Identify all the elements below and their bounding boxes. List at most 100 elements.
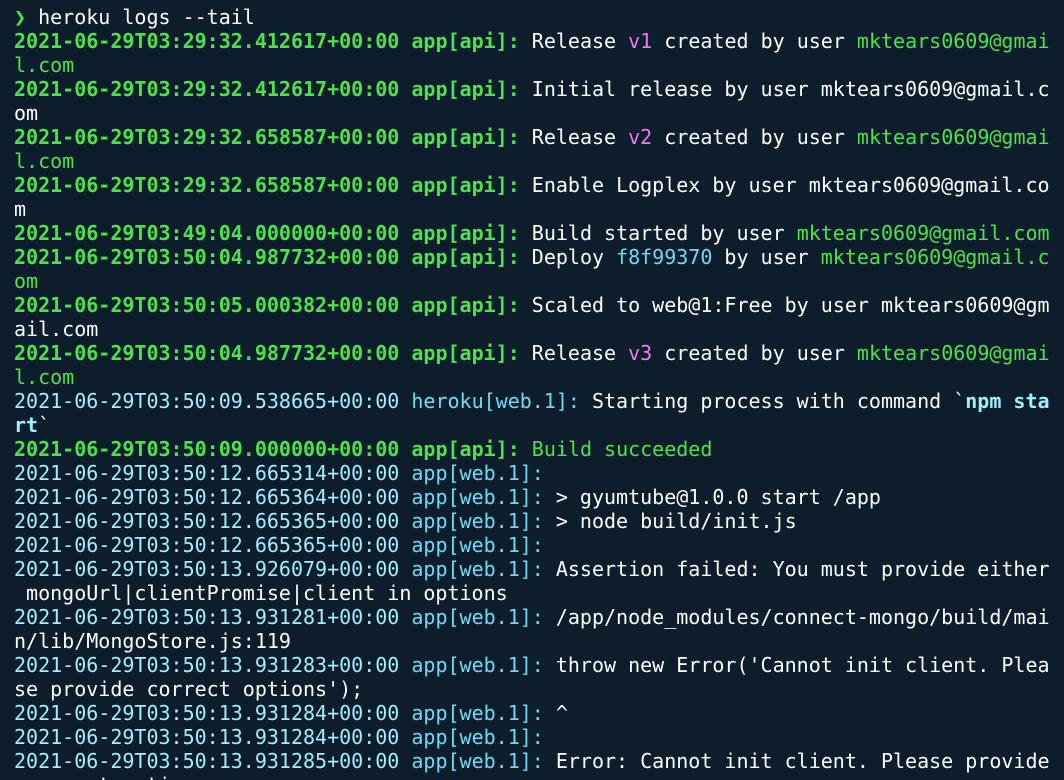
highlight-text: mktears0609@gmai <box>856 341 1050 365</box>
log-line: 2021-06-29T03:29:32.658587+00:00 app[api… <box>14 173 1050 197</box>
log-message <box>399 389 411 413</box>
log-message: > gyumtube@1.0.0 start /app <box>543 485 881 509</box>
highlight-text: l.com <box>14 149 75 173</box>
log-message: correct options <box>14 773 207 780</box>
log-line: om <box>14 269 1050 293</box>
log-line: l.com <box>14 365 1050 389</box>
log-message: throw new Error('Cannot init client. Ple… <box>543 653 1050 677</box>
log-timestamp: 2021-06-29T03:50:13.931284+00:00 <box>14 701 400 725</box>
log-message: se provide correct options'); <box>14 677 364 701</box>
command-highlight: rt <box>14 413 39 437</box>
log-line: 2021-06-29T03:50:13.931283+00:00 app[web… <box>14 653 1050 677</box>
prompt-line: ❯ heroku logs --tail <box>14 5 1050 29</box>
log-message: n/lib/MongoStore.js:119 <box>14 629 291 653</box>
log-line: m <box>14 197 1050 221</box>
log-message <box>399 221 411 245</box>
log-source: app[web.1]: <box>411 749 544 773</box>
release-version: v3 <box>628 341 653 365</box>
highlight-text: mktears0609@gmail.com <box>796 221 1050 245</box>
log-message: Release <box>519 125 629 149</box>
log-line: 2021-06-29T03:29:32.412617+00:00 app[api… <box>14 29 1050 53</box>
log-message: by user <box>712 245 821 269</box>
log-message: ` <box>38 413 51 437</box>
log-timestamp: 2021-06-29T03:50:12.665365+00:00 <box>14 533 400 557</box>
log-message: Enable Logplex by user mktears0609@gmail… <box>519 173 1050 197</box>
log-message <box>399 701 411 725</box>
log-source: app[web.1]: <box>411 701 544 725</box>
log-message: Release <box>519 341 629 365</box>
log-line: mongoUrl|clientPromise|client in options <box>14 581 1050 605</box>
log-message: om <box>14 101 39 125</box>
log-source: app[api]: <box>411 245 520 269</box>
log-message: Initial release by user mktears0609@gmai… <box>519 77 1050 101</box>
highlight-text: l.com <box>14 365 75 389</box>
log-message <box>399 509 411 533</box>
log-source: app[web.1]: <box>411 509 544 533</box>
command-highlight: npm sta <box>965 389 1050 413</box>
highlight-text: l.com <box>14 53 75 77</box>
log-timestamp: 2021-06-29T03:29:32.658587+00:00 <box>14 173 400 197</box>
terminal-output: ❯ heroku logs --tail 2021-06-29T03:29:32… <box>14 5 1050 780</box>
highlight-text: om <box>14 269 39 293</box>
log-line: se provide correct options'); <box>14 677 1050 701</box>
log-source: app[api]: <box>411 293 520 317</box>
log-message: ail.com <box>14 317 99 341</box>
log-timestamp: 2021-06-29T03:50:04.987732+00:00 <box>14 245 400 269</box>
release-version: v2 <box>628 125 653 149</box>
log-message: Starting process with command ` <box>579 389 966 413</box>
terminal-window[interactable]: ❯ heroku logs --tail 2021-06-29T03:29:32… <box>0 0 1064 780</box>
log-message: created by user <box>652 29 857 53</box>
log-message: Build started by user <box>519 221 797 245</box>
log-line: 2021-06-29T03:50:13.931285+00:00 app[web… <box>14 749 1050 773</box>
log-line: 2021-06-29T03:50:09.000000+00:00 app[api… <box>14 437 1050 461</box>
log-line: 2021-06-29T03:50:13.931284+00:00 app[web… <box>14 701 1050 725</box>
log-message: created by user <box>652 341 857 365</box>
log-message <box>399 125 411 149</box>
log-message <box>399 725 411 749</box>
log-line: 2021-06-29T03:50:09.538665+00:00 heroku[… <box>14 389 1050 413</box>
log-message <box>399 29 411 53</box>
log-message <box>399 341 411 365</box>
log-line: correct options <box>14 773 1050 780</box>
log-source: app[api]: <box>411 29 520 53</box>
log-line: 2021-06-29T03:29:32.658587+00:00 app[api… <box>14 125 1050 149</box>
log-timestamp: 2021-06-29T03:29:32.412617+00:00 <box>14 29 400 53</box>
log-timestamp: 2021-06-29T03:29:32.658587+00:00 <box>14 125 400 149</box>
log-timestamp: 2021-06-29T03:50:13.931284+00:00 <box>14 725 400 749</box>
log-line: rt` <box>14 413 1050 437</box>
log-line: 2021-06-29T03:50:04.987732+00:00 app[api… <box>14 245 1050 269</box>
log-message: /app/node_modules/connect-mongo/build/ma… <box>543 605 1050 629</box>
log-line: 2021-06-29T03:50:12.665365+00:00 app[web… <box>14 509 1050 533</box>
log-line: 2021-06-29T03:50:12.665314+00:00 app[web… <box>14 461 1050 485</box>
log-timestamp: 2021-06-29T03:50:13.931285+00:00 <box>14 749 400 773</box>
log-message <box>399 245 411 269</box>
log-line: 2021-06-29T03:50:13.926079+00:00 app[web… <box>14 557 1050 581</box>
log-timestamp: 2021-06-29T03:50:13.926079+00:00 <box>14 557 400 581</box>
log-line: l.com <box>14 53 1050 77</box>
deploy-hash: f8f99370 <box>616 245 713 269</box>
log-message: m <box>14 197 27 221</box>
log-message: Release <box>519 29 629 53</box>
log-timestamp: 2021-06-29T03:50:12.665364+00:00 <box>14 485 400 509</box>
log-line: 2021-06-29T03:50:13.931281+00:00 app[web… <box>14 605 1050 629</box>
log-timestamp: 2021-06-29T03:50:05.000382+00:00 <box>14 293 400 317</box>
log-line: 2021-06-29T03:49:04.000000+00:00 app[api… <box>14 221 1050 245</box>
log-source: app[web.1]: <box>411 533 544 557</box>
highlight-text: Build succeeded <box>519 437 713 461</box>
log-timestamp: 2021-06-29T03:50:12.665365+00:00 <box>14 509 400 533</box>
log-source: app[api]: <box>411 437 520 461</box>
log-message <box>399 653 411 677</box>
log-source: app[web.1]: <box>411 485 544 509</box>
log-source: app[api]: <box>411 77 520 101</box>
log-message: Scaled to web@1:Free by user mktears0609… <box>519 293 1050 317</box>
log-message <box>399 461 411 485</box>
log-message <box>399 605 411 629</box>
log-source: app[api]: <box>411 173 520 197</box>
log-source: app[api]: <box>411 125 520 149</box>
log-message: Assertion failed: You must provide eithe… <box>543 557 1050 581</box>
log-message <box>399 557 411 581</box>
log-timestamp: 2021-06-29T03:50:13.931283+00:00 <box>14 653 400 677</box>
log-source: app[api]: <box>411 221 520 245</box>
log-source: app[api]: <box>411 341 520 365</box>
log-line: 2021-06-29T03:50:12.665364+00:00 app[web… <box>14 485 1050 509</box>
